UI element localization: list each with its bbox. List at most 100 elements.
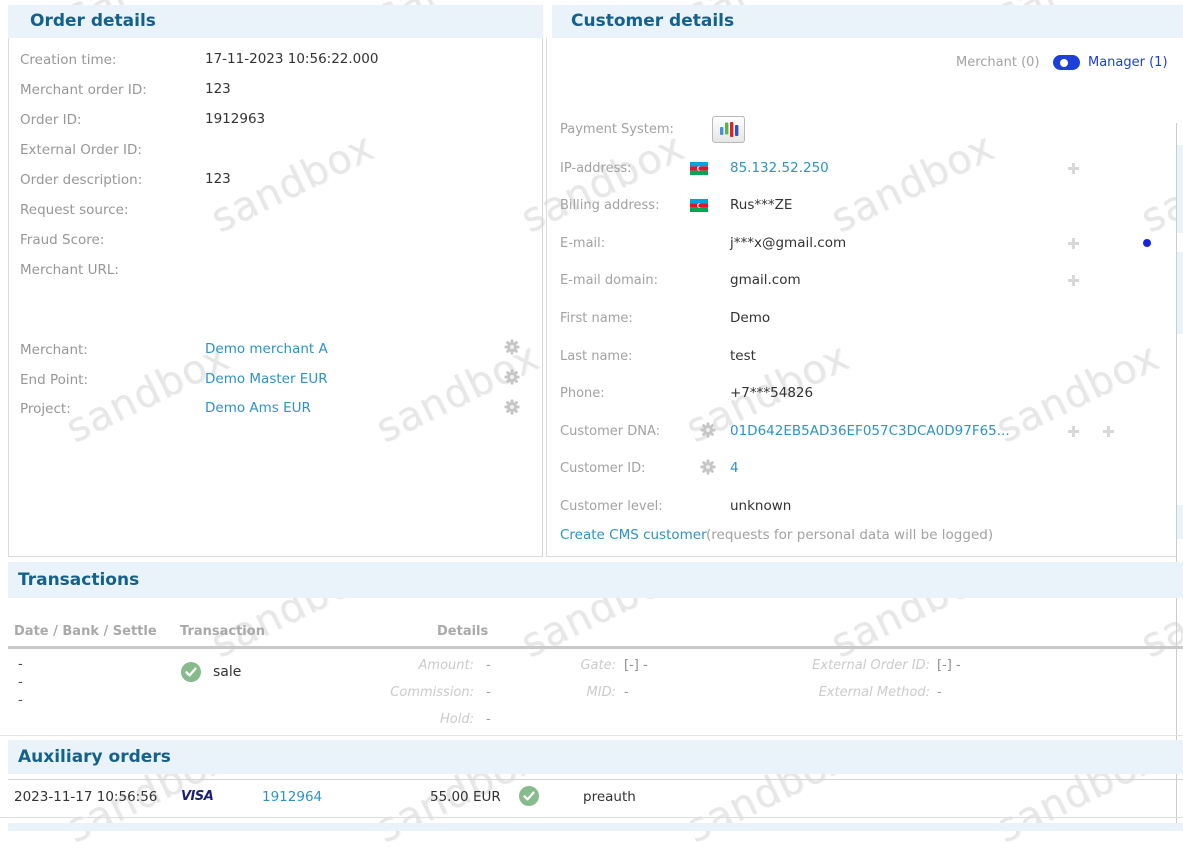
field-label: Order ID: <box>20 112 82 128</box>
date-value: - <box>18 657 23 672</box>
mid-value: - <box>624 685 629 700</box>
auxiliary-order-row[interactable]: 2023-11-17 10:56:56 VISA 1912964 55.00 E… <box>0 780 1183 818</box>
visa-logo: VISA <box>181 789 213 804</box>
email-value: j***x@gmail.com <box>730 235 846 251</box>
ip-address-link[interactable]: 85.132.52.250 <box>730 160 829 176</box>
bar-chart-icon <box>718 120 740 139</box>
plus-icon[interactable] <box>1068 163 1079 174</box>
field-label: Creation time: <box>20 52 116 68</box>
billing-value: Rus***ZE <box>730 197 792 213</box>
customer-id-link[interactable]: 4 <box>730 460 739 476</box>
aux-date: 2023-11-17 10:56:56 <box>14 789 157 805</box>
external-method-label: External Method: <box>750 685 930 700</box>
gear-icon[interactable] <box>504 399 520 415</box>
transaction-type: sale <box>213 664 241 680</box>
create-cms-customer-link[interactable]: Create CMS customer <box>560 527 707 543</box>
transactions-title: Transactions <box>18 570 139 590</box>
gear-icon[interactable] <box>700 459 716 475</box>
column-header-transaction: Transaction <box>180 624 265 639</box>
last-name-label: Last name: <box>560 349 632 364</box>
field-label: External Order ID: <box>20 142 142 158</box>
success-check-icon <box>181 662 201 682</box>
field-label: Merchant order ID: <box>20 82 147 98</box>
gate-value: [-] - <box>624 658 648 673</box>
column-header-date: Date / Bank / Settle <box>14 624 157 639</box>
field-label: Project: <box>20 401 71 417</box>
amount-value: - <box>486 658 491 673</box>
external-order-id-value: [-] - <box>937 658 961 673</box>
hold-label: Hold: <box>334 712 474 727</box>
order-details-panel: Order details Creation time: 17-11-2023 … <box>8 5 543 556</box>
field-value: 123 <box>205 171 231 187</box>
payment-system-label: Payment System: <box>560 122 674 137</box>
billing-label: Billing address: <box>560 198 659 213</box>
email-domain-label: E-mail domain: <box>560 273 658 288</box>
payment-system-icon[interactable] <box>712 116 745 143</box>
scroll-strip-segment[interactable] <box>1177 505 1183 539</box>
hold-value: - <box>486 712 491 727</box>
merchant-link[interactable]: Demo merchant A <box>205 341 328 357</box>
toggle-knob <box>1060 59 1068 67</box>
success-check-icon <box>519 786 539 806</box>
status-dot <box>1143 239 1151 247</box>
gear-icon[interactable] <box>700 422 716 438</box>
last-name-value: test <box>730 348 756 364</box>
customer-details-header: Customer details <box>552 5 1183 38</box>
commission-value: - <box>486 685 491 700</box>
first-name-value: Demo <box>730 310 770 326</box>
scroll-strip-segment[interactable] <box>1177 145 1183 233</box>
endpoint-link[interactable]: Demo Master EUR <box>205 371 328 387</box>
bank-date-value: - <box>18 675 23 690</box>
external-method-value: - <box>937 685 942 700</box>
phone-label: Phone: <box>560 386 605 401</box>
settle-date-value: - <box>18 693 23 708</box>
order-details-title: Order details <box>30 11 156 31</box>
customer-level-label: Customer level: <box>560 499 663 514</box>
column-header-details: Details <box>437 624 488 639</box>
external-order-id-label: External Order ID: <box>750 658 930 673</box>
field-value: 1912963 <box>205 111 265 127</box>
mid-label: MID: <box>498 685 616 700</box>
transaction-row[interactable]: - - - sale Amount: - Commission: - Hold:… <box>0 649 1183 736</box>
amount-label: Amount: <box>334 658 474 673</box>
azerbaijan-flag-icon <box>690 199 708 212</box>
toggle-right-label: Manager (1) <box>1088 55 1168 70</box>
phone-value: +7***54826 <box>730 385 813 401</box>
field-label: Fraud Score: <box>20 232 104 248</box>
gate-label: Gate: <box>498 658 616 673</box>
field-value: 17-11-2023 10:56:22.000 <box>205 51 378 67</box>
auxiliary-orders-header-band: Auxiliary orders <box>8 740 1183 774</box>
customer-dna-label: Customer DNA: <box>560 424 660 439</box>
order-details-body <box>8 38 543 557</box>
field-value: 123 <box>205 81 231 97</box>
plus-icon[interactable] <box>1068 275 1079 286</box>
plus-icon[interactable] <box>1068 426 1079 437</box>
aux-order-id-link[interactable]: 1912964 <box>262 789 322 805</box>
auxiliary-orders-section: Auxiliary orders 2023-11-17 10:56:56 VIS… <box>0 740 1183 831</box>
field-label: Merchant URL: <box>20 262 119 278</box>
field-label: Request source: <box>20 202 129 218</box>
customer-details-body <box>546 38 1177 557</box>
customer-id-label: Customer ID: <box>560 461 646 476</box>
aux-status: preauth <box>583 789 636 805</box>
field-label: End Point: <box>20 372 88 388</box>
aux-amount: 55.00 EUR <box>430 789 501 805</box>
transactions-header-band: Transactions <box>8 562 1183 598</box>
plus-icon[interactable] <box>1068 238 1079 249</box>
customer-details-title: Customer details <box>571 11 734 31</box>
gear-icon[interactable] <box>504 339 520 355</box>
project-link[interactable]: Demo Ams EUR <box>205 400 311 416</box>
customer-level-value: unknown <box>730 498 791 514</box>
gear-icon[interactable] <box>504 369 520 385</box>
ip-label: IP-address: <box>560 161 632 176</box>
customer-details-panel: Customer details Merchant (0) Manager (1… <box>546 5 1183 556</box>
scroll-strip-segment[interactable] <box>1177 252 1183 334</box>
customer-dna-link[interactable]: 01D642EB5AD36EF057C3DCA0D97F65... <box>730 423 1010 439</box>
toggle-left-label: Merchant (0) <box>956 55 1040 70</box>
field-label: Merchant: <box>20 342 88 358</box>
plus-icon[interactable] <box>1103 426 1114 437</box>
order-details-header: Order details <box>8 5 543 38</box>
azerbaijan-flag-icon <box>690 162 708 175</box>
merchant-manager-toggle[interactable] <box>1053 55 1080 70</box>
first-name-label: First name: <box>560 311 633 326</box>
